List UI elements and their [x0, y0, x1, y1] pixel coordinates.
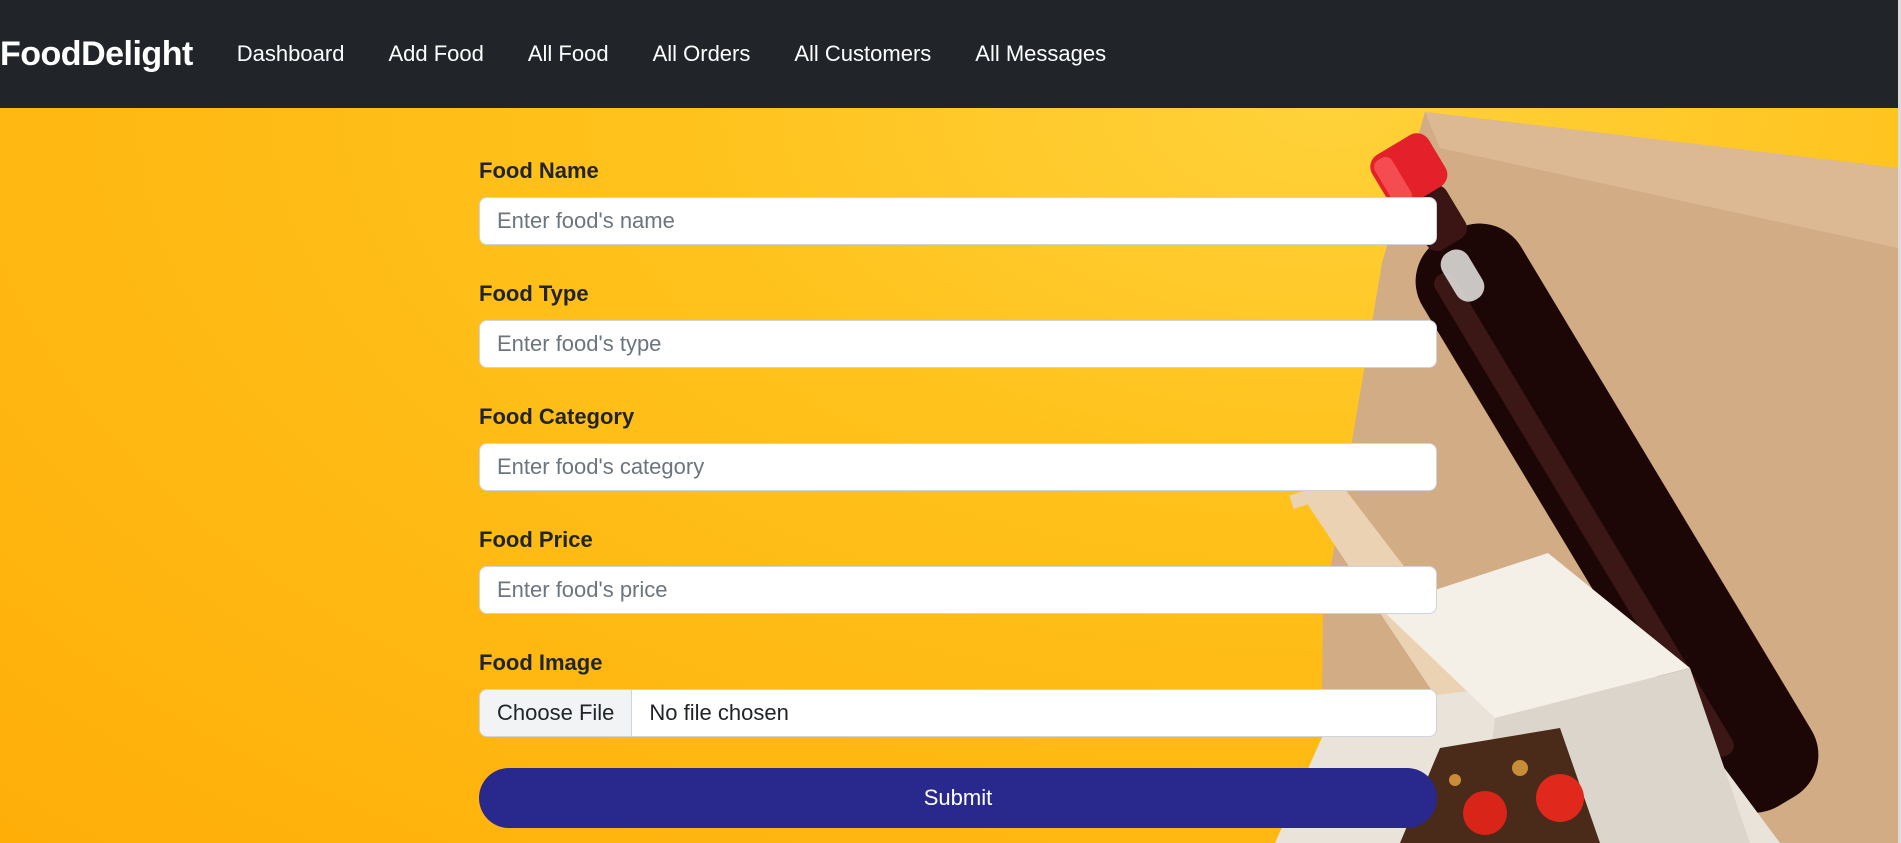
nav-dashboard[interactable]: Dashboard: [237, 41, 345, 67]
nav-all-orders[interactable]: All Orders: [653, 41, 751, 67]
food-category-input[interactable]: [479, 443, 1437, 491]
food-price-label: Food Price: [479, 527, 593, 552]
nav-all-customers[interactable]: All Customers: [794, 41, 931, 67]
food-name-label: Food Name: [479, 158, 599, 183]
food-name-input[interactable]: [479, 197, 1437, 245]
nav-add-food[interactable]: Add Food: [388, 41, 483, 67]
nav-all-messages[interactable]: All Messages: [975, 41, 1106, 67]
food-image-label: Food Image: [479, 650, 603, 675]
food-type-label: Food Type: [479, 281, 589, 306]
food-price-input[interactable]: [479, 566, 1437, 614]
food-type-input[interactable]: [479, 320, 1437, 368]
hero-background: Food Name Food Type Food Category Food P…: [0, 108, 1898, 843]
nav-all-food[interactable]: All Food: [528, 41, 609, 67]
choose-file-button[interactable]: Choose File: [480, 690, 633, 736]
food-image-file-input[interactable]: Choose File No file chosen: [479, 689, 1437, 737]
submit-button[interactable]: Submit: [479, 768, 1437, 828]
navbar: FoodDelight Dashboard Add Food All Food …: [0, 0, 1898, 108]
brand-logo[interactable]: FoodDelight: [0, 35, 193, 74]
file-status-text: No file chosen: [649, 700, 789, 725]
food-category-label: Food Category: [479, 404, 635, 429]
